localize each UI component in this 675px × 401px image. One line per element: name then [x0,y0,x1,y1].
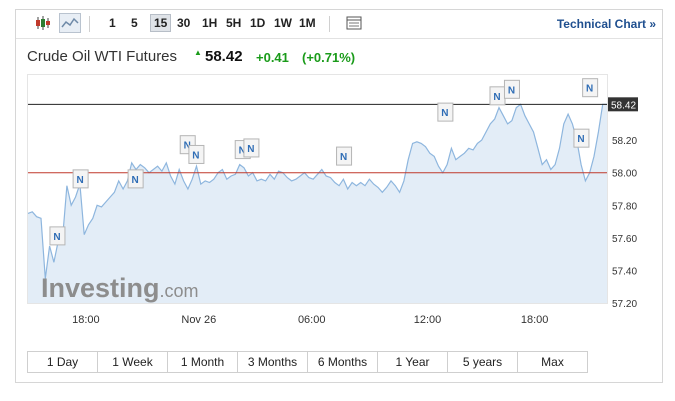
news-marker[interactable]: N [243,138,260,158]
news-marker-label[interactable]: N [192,150,199,161]
y-tick-label: 57.20 [612,299,637,310]
x-tick-label: 18:00 [72,314,100,326]
news-marker[interactable]: N [489,86,506,106]
news-marker-label[interactable]: N [131,175,138,186]
news-marker-label[interactable]: N [53,232,60,243]
period-6-months[interactable]: 6 Months [307,351,378,373]
news-marker[interactable]: N [336,146,353,166]
news-marker-label[interactable]: N [508,85,515,96]
y-tick-label: 58.00 [612,169,637,180]
news-marker[interactable]: N [437,102,454,122]
x-tick-label: 06:00 [298,314,326,326]
y-tick-label: 57.80 [612,201,637,212]
chart-widget: 1 5 15 30 1H 5H 1D 1W 1M Technical Chart… [15,9,663,383]
news-marker-label[interactable]: N [247,144,254,155]
news-marker-label[interactable]: N [76,175,83,186]
investing-watermark-suffix: .com [160,281,199,301]
period-max[interactable]: Max [517,351,588,373]
period-5-years[interactable]: 5 years [447,351,518,373]
news-marker[interactable]: N [72,169,89,189]
last-price-tag-label: 58.42 [611,100,636,111]
price-chart: 57.20 57.40 57.60 57.80 58.00 58.20 58.42 18:00… [27,78,638,326]
news-marker[interactable]: N [503,79,520,99]
news-marker-label[interactable]: N [577,134,584,145]
news-marker[interactable]: N [573,128,590,148]
news-marker[interactable]: N [188,144,205,164]
x-tick-label: Nov 26 [181,314,216,326]
period-1-day[interactable]: 1 Day [27,351,98,373]
news-marker-label[interactable]: N [441,108,448,119]
period-1-year[interactable]: 1 Year [377,351,448,373]
period-selector: 1 Day 1 Week 1 Month 3 Months 6 Months 1… [27,351,588,373]
news-marker[interactable]: N [49,226,66,246]
x-tick-label: 12:00 [414,314,442,326]
y-tick-label: 58.20 [612,136,637,147]
news-marker-label[interactable]: N [493,92,500,103]
x-tick-label: 18:00 [521,314,549,326]
news-marker[interactable]: N [127,169,144,189]
period-1-week[interactable]: 1 Week [97,351,168,373]
news-marker-label[interactable]: N [586,84,593,95]
y-tick-label: 57.40 [612,266,637,277]
period-1-month[interactable]: 1 Month [167,351,238,373]
news-marker-label[interactable]: N [340,152,347,163]
y-tick-label: 57.60 [612,234,637,245]
news-marker[interactable]: N [582,78,599,98]
period-3-months[interactable]: 3 Months [237,351,308,373]
